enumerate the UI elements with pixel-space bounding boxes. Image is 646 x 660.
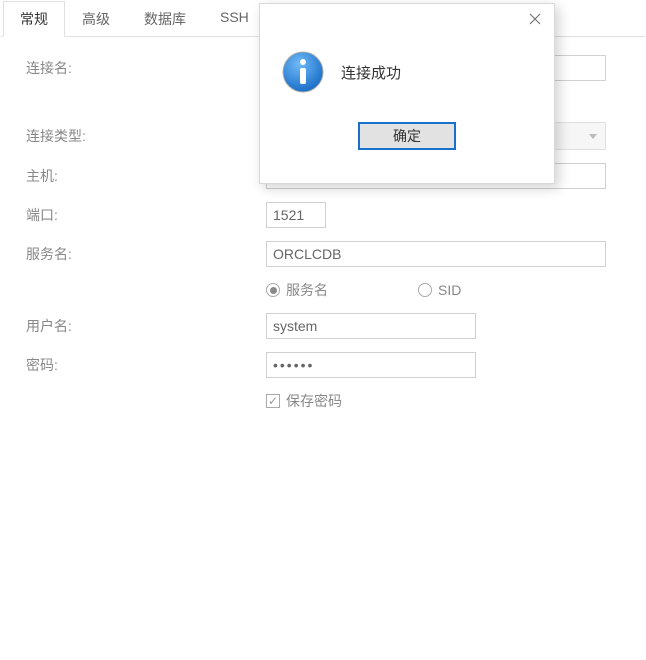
label-password: 密码: — [26, 355, 266, 375]
close-icon — [529, 13, 541, 25]
check-icon: ✓ — [268, 395, 278, 407]
label-connection-type: 连接类型: — [26, 126, 266, 146]
chevron-down-icon — [589, 134, 597, 139]
radio-sid[interactable]: SID — [418, 282, 461, 298]
radio-service-name[interactable]: 服务名 — [266, 280, 328, 300]
tab-general[interactable]: 常规 — [3, 1, 65, 37]
tab-ssh[interactable]: SSH — [203, 1, 266, 36]
modal-message: 连接成功 — [341, 62, 401, 83]
tab-database[interactable]: 数据库 — [127, 1, 203, 36]
message-dialog: 连接成功 确定 — [259, 3, 555, 184]
port-input[interactable] — [266, 202, 326, 228]
close-button[interactable] — [526, 10, 544, 28]
ok-button[interactable]: 确定 — [358, 122, 456, 150]
username-input[interactable] — [266, 313, 476, 339]
service-name-input[interactable] — [266, 241, 606, 267]
modal-body: 连接成功 — [260, 34, 554, 100]
checkbox-box: ✓ — [266, 394, 280, 408]
modal-title-bar — [260, 4, 554, 34]
label-port: 端口: — [26, 205, 266, 225]
save-password-label: 保存密码 — [286, 391, 342, 411]
password-input[interactable] — [266, 352, 476, 378]
save-password-checkbox[interactable]: ✓ 保存密码 — [266, 391, 620, 411]
label-username: 用户名: — [26, 316, 266, 336]
label-host: 主机: — [26, 166, 266, 186]
label-service-name: 服务名: — [26, 244, 266, 264]
radio-sid-circle — [418, 283, 432, 297]
radio-sid-label: SID — [438, 282, 461, 298]
tab-advanced[interactable]: 高级 — [65, 1, 127, 36]
label-connection-name: 连接名: — [26, 58, 266, 78]
info-icon — [280, 49, 326, 95]
modal-buttons: 确定 — [260, 100, 554, 150]
radio-service-name-label: 服务名 — [286, 280, 328, 300]
dialog-root: 常规 高级 数据库 SSH 连接名: 连接类型: 主机: — [0, 0, 646, 660]
radio-service-name-circle — [266, 283, 280, 297]
